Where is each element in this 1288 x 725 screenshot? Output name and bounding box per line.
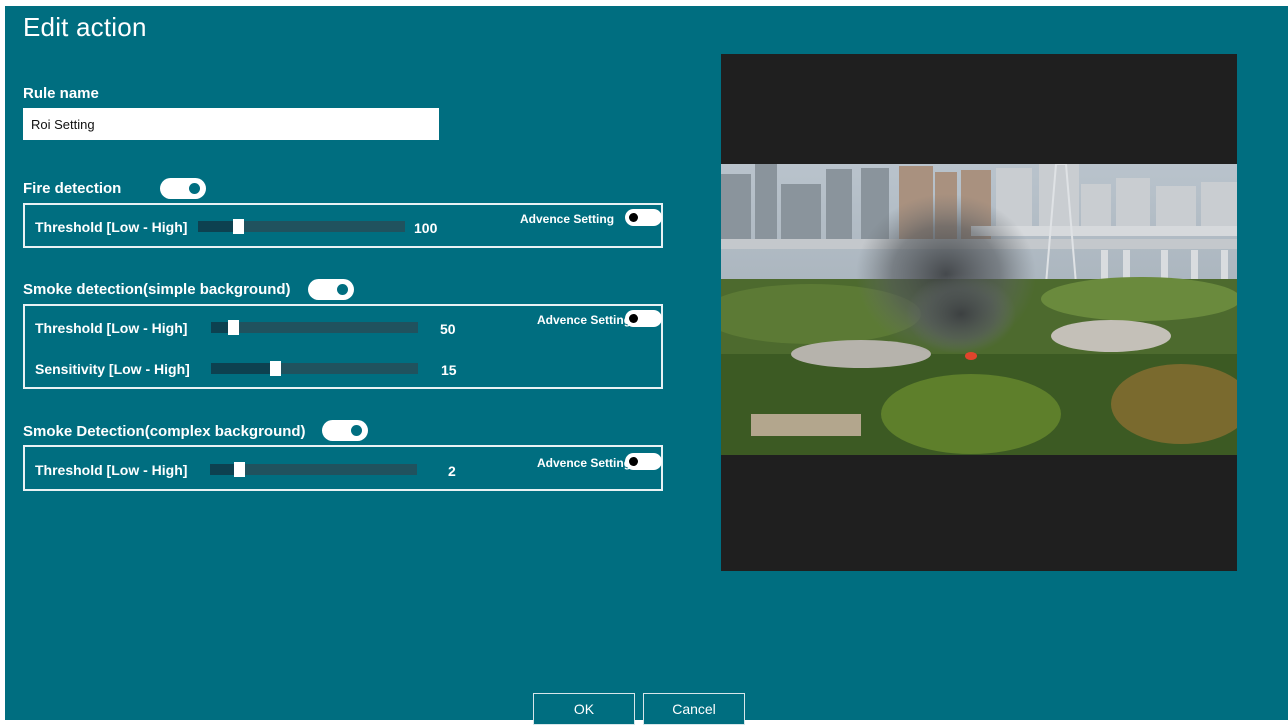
smoke-complex-threshold-slider[interactable] [210, 462, 417, 477]
smoke-simple-advanced-toggle[interactable] [625, 310, 662, 327]
smoke-complex-advanced-toggle[interactable] [625, 453, 662, 470]
toggle-knob [189, 183, 200, 194]
cancel-button[interactable]: Cancel [643, 693, 745, 725]
toggle-knob [337, 284, 348, 295]
smoke-simple-panel: Threshold [Low - High] 50 Sensitivity [L… [23, 304, 663, 389]
toggle-knob [629, 457, 638, 466]
smoke-complex-panel: Threshold [Low - High] 2 Advence Setting [23, 445, 663, 491]
smoke-complex-advanced-label: Advence Setting [537, 456, 632, 470]
camera-preview[interactable] [721, 54, 1237, 571]
slider-thumb[interactable] [233, 219, 244, 234]
slider-thumb[interactable] [234, 462, 245, 477]
fire-threshold-value: 100 [414, 220, 438, 236]
slider-thumb[interactable] [228, 320, 239, 335]
rule-name-input[interactable] [23, 108, 439, 140]
smoke-simple-sensitivity-value: 15 [441, 362, 457, 378]
fire-threshold-label: Threshold [Low - High] [35, 219, 188, 235]
smoke-simple-sensitivity-label: Sensitivity [Low - High] [35, 361, 190, 377]
edit-action-dialog: Edit action Rule name Fire detection Thr… [5, 6, 1288, 725]
smoke-simple-toggle[interactable] [308, 279, 354, 300]
toggle-knob [629, 314, 638, 323]
fire-detection-title: Fire detection [23, 180, 122, 197]
smoke-simple-title: Smoke detection(simple background) [23, 281, 291, 298]
slider-fill [198, 221, 238, 232]
ok-button[interactable]: OK [533, 693, 635, 725]
smoke-complex-title: Smoke Detection(complex background) [23, 423, 306, 440]
toggle-knob [351, 425, 362, 436]
fire-detection-panel: Threshold [Low - High] 100 Advence Setti… [23, 203, 663, 248]
slider-thumb[interactable] [270, 361, 281, 376]
smoke-simple-threshold-slider[interactable] [211, 320, 418, 335]
smoke-simple-threshold-value: 50 [440, 321, 456, 337]
dialog-title: Edit action [23, 12, 147, 42]
smoke-simple-threshold-label: Threshold [Low - High] [35, 320, 188, 336]
smoke-complex-threshold-label: Threshold [Low - High] [35, 462, 188, 478]
slider-fill [211, 363, 275, 374]
smoke-complex-toggle[interactable] [322, 420, 368, 441]
fire-advanced-toggle[interactable] [625, 209, 662, 226]
smoke-simple-advanced-label: Advence Setting [537, 313, 632, 327]
camera-frame [721, 164, 1237, 455]
fire-detection-toggle[interactable] [160, 178, 206, 199]
smoke-complex-threshold-value: 2 [448, 463, 456, 479]
toggle-knob [629, 213, 638, 222]
smoke-simple-sensitivity-slider[interactable] [211, 361, 418, 376]
rule-name-label: Rule name [23, 85, 99, 102]
fire-advanced-label: Advence Setting [520, 212, 615, 226]
fire-threshold-slider[interactable] [198, 219, 405, 234]
